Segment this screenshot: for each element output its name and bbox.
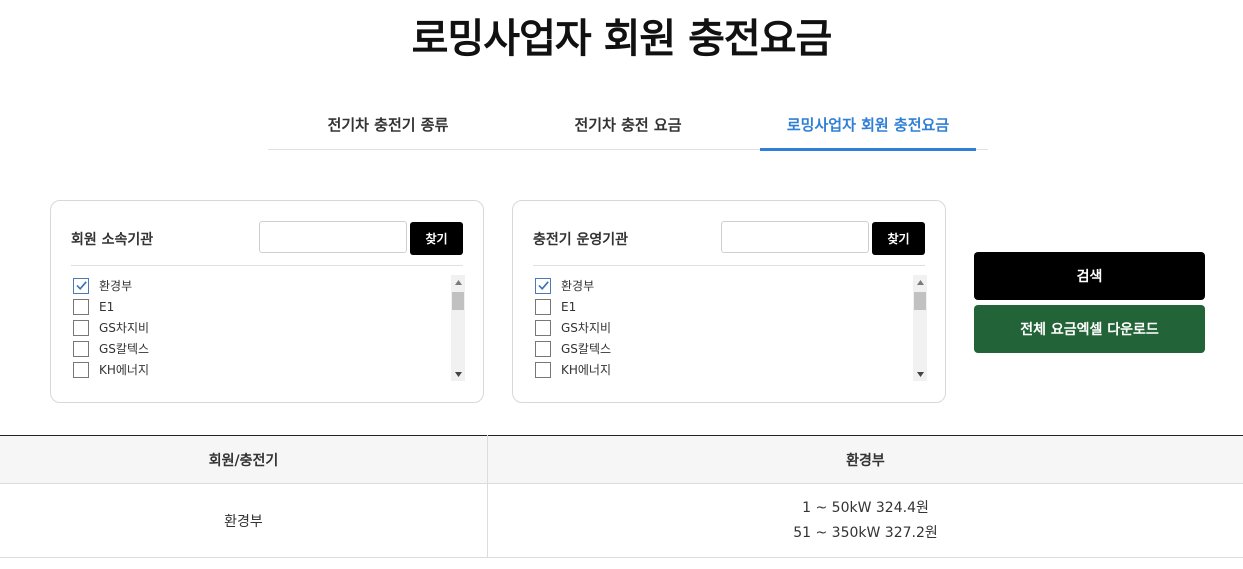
rate-line: 1 ~ 50kW 324.4원: [802, 499, 929, 516]
operator-find-button[interactable]: 찾기: [872, 222, 925, 255]
check-icon: [75, 281, 87, 290]
list-item-label: GS차지비: [99, 321, 150, 335]
excel-download-button[interactable]: 전체 요금엑셀 다운로드: [974, 305, 1205, 353]
tab-bar: 전기차 충전기 종류 전기차 충전 요금 로밍사업자 회원 충전요금: [268, 104, 988, 151]
list-item: GS칼텍스: [535, 338, 927, 359]
member-panel-header: 회원 소속기관 찾기: [71, 221, 463, 266]
row-rates: 1 ~ 50kW 324.4원 51 ~ 350kW 327.2원: [487, 483, 1243, 558]
list-item: KH에너지: [73, 359, 465, 380]
list-item-label: GS차지비: [561, 321, 612, 335]
list-item-label: GS칼텍스: [561, 342, 612, 356]
checkbox[interactable]: [73, 298, 89, 315]
list-item-label: 환경부: [99, 279, 133, 293]
list-item: 환경부: [535, 275, 927, 296]
checkbox[interactable]: [535, 361, 551, 378]
checkbox[interactable]: [535, 319, 551, 336]
list-item: 환경부: [73, 275, 465, 296]
tab-charger-types[interactable]: 전기차 충전기 종류: [268, 104, 508, 149]
page-title: 로밍사업자 회원 충전요금: [411, 16, 833, 62]
list-item: GS차지비: [535, 317, 927, 338]
member-search-input[interactable]: [259, 221, 407, 253]
list-item: GS차지비: [73, 317, 465, 338]
member-checkbox-list: 환경부 E1 GS차지비 GS칼텍스 KH에너지: [73, 275, 465, 381]
scroll-up-arrow-icon[interactable]: [913, 275, 927, 289]
list-item-label: GS칼텍스: [99, 342, 150, 356]
scroll-up-arrow-icon[interactable]: [451, 275, 465, 289]
list-item-label: E1: [99, 299, 115, 314]
checkbox[interactable]: [73, 361, 89, 378]
search-button[interactable]: 검색: [974, 252, 1205, 300]
header-operator: 환경부: [487, 435, 1243, 484]
list-item-label: 환경부: [561, 279, 595, 293]
operator-checkbox-list: 환경부 E1 GS차지비 GS칼텍스 KH에너지: [535, 275, 927, 381]
checkbox[interactable]: [73, 340, 89, 357]
list-item-label: E1: [561, 299, 577, 314]
scrollbar-thumb[interactable]: [452, 292, 464, 310]
check-icon: [537, 281, 549, 290]
scroll-down-arrow-icon[interactable]: [451, 367, 465, 381]
list-item-label: KH에너지: [561, 363, 612, 377]
operator-panel-title: 충전기 운영기관: [533, 232, 629, 248]
operator-search-input[interactable]: [721, 221, 869, 253]
member-find-button[interactable]: 찾기: [410, 222, 463, 255]
tab-charging-rates[interactable]: 전기차 충전 요금: [508, 104, 748, 149]
checkbox[interactable]: [535, 298, 551, 315]
checkbox[interactable]: [535, 340, 551, 357]
table-row: 환경부 1 ~ 50kW 324.4원 51 ~ 350kW 327.2원: [0, 483, 1243, 558]
charger-operator-panel: 충전기 운영기관 찾기 환경부 E1 GS차지비 GS칼텍스 KH에너지: [512, 200, 946, 403]
list-item-label: KH에너지: [99, 363, 150, 377]
scrollbar-thumb[interactable]: [914, 292, 926, 310]
tab-roaming-member-rates[interactable]: 로밍사업자 회원 충전요금: [748, 104, 988, 151]
list-item: E1: [535, 296, 927, 317]
checkbox-checked[interactable]: [535, 277, 551, 294]
list-item: KH에너지: [535, 359, 927, 380]
checkbox-checked[interactable]: [73, 277, 89, 294]
list-item: GS칼텍스: [73, 338, 465, 359]
row-member-name: 환경부: [0, 483, 488, 558]
operator-panel-header: 충전기 운영기관 찾기: [533, 221, 925, 266]
list-item: E1: [73, 296, 465, 317]
checkbox[interactable]: [73, 319, 89, 336]
rate-result-table: 회원/충전기 환경부 환경부 1 ~ 50kW 324.4원 51 ~ 350k…: [0, 435, 1243, 558]
operator-list-scrollbar[interactable]: [913, 275, 927, 381]
member-list-scrollbar[interactable]: [451, 275, 465, 381]
scroll-down-arrow-icon[interactable]: [913, 367, 927, 381]
header-member-charger: 회원/충전기: [0, 435, 488, 484]
member-affiliation-panel: 회원 소속기관 찾기 환경부 E1 GS차지비 GS칼텍스 KH에너지: [50, 200, 484, 403]
rate-line: 51 ~ 350kW 327.2원: [793, 524, 938, 541]
member-panel-title: 회원 소속기관: [71, 232, 154, 248]
table-header-row: 회원/충전기 환경부: [0, 435, 1243, 484]
